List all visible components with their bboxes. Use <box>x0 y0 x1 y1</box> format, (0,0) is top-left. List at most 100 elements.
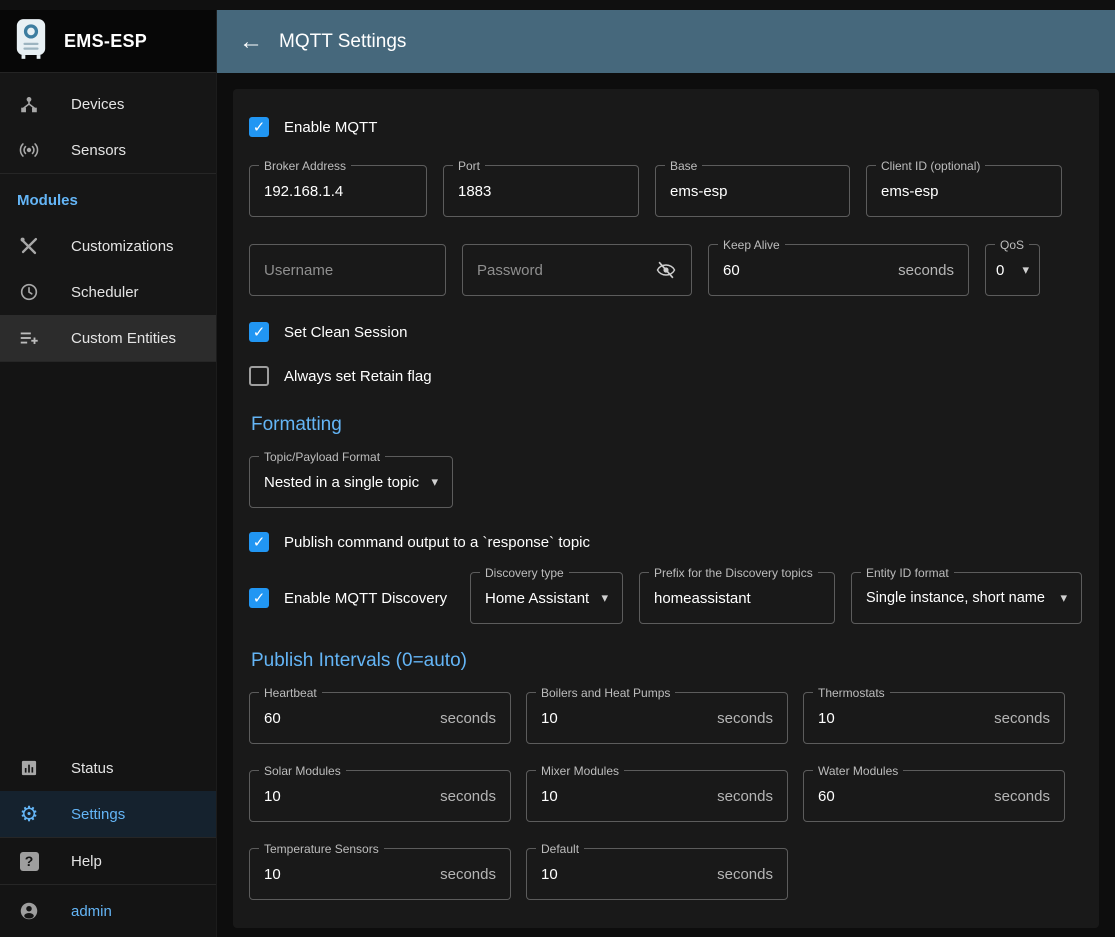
connection-row-2: Username Password Keep Al <box>249 244 1083 296</box>
toggle-password-visibility-button[interactable] <box>655 259 677 281</box>
heartbeat-interval-field[interactable]: Heartbeat 60 seconds <box>249 692 511 744</box>
password-field[interactable]: Password <box>462 244 692 296</box>
field-value: 10 <box>818 710 835 727</box>
field-value: 10 <box>541 710 558 727</box>
base-field[interactable]: Base ems-esp <box>655 165 850 217</box>
field-label: QoS <box>995 238 1029 252</box>
check-icon: ✓ <box>253 120 266 135</box>
field-label: Base <box>665 159 702 173</box>
sidebar-item-settings[interactable]: ⚙ Settings <box>0 791 216 837</box>
chevron-down-icon: ▾ <box>591 590 608 606</box>
solar-modules-interval-field[interactable]: Solar Modules 10 seconds <box>249 770 511 822</box>
field-value: 0 <box>996 262 1004 279</box>
mixer-modules-interval-field[interactable]: Mixer Modules 10 seconds <box>526 770 788 822</box>
retain-flag-row[interactable]: Always set Retain flag <box>249 362 1083 390</box>
sidebar-nav: Devices Sensors Modules <box>0 73 216 362</box>
field-suffix: seconds <box>440 710 496 727</box>
sidebar-item-scheduler[interactable]: Scheduler <box>0 269 216 315</box>
back-arrow-icon: ← <box>239 28 263 56</box>
field-placeholder: Username <box>264 262 333 279</box>
sidebar-item-custom-entities[interactable]: Custom Entities <box>0 315 216 361</box>
field-placeholder: Password <box>477 262 543 279</box>
check-icon: ✓ <box>253 591 266 606</box>
enable-discovery-checkbox[interactable]: ✓ <box>249 588 269 608</box>
chevron-down-icon: ▾ <box>1012 262 1029 278</box>
mqtt-settings-panel: ✓ Enable MQTT Broker Address 192.168.1.4… <box>233 89 1099 928</box>
field-label: Boilers and Heat Pumps <box>536 686 675 700</box>
field-value: 60 <box>723 262 740 279</box>
app-logo-icon <box>14 17 48 66</box>
sidebar-item-help[interactable]: ? Help <box>0 838 216 884</box>
port-field[interactable]: Port 1883 <box>443 165 639 217</box>
page-title: MQTT Settings <box>279 31 406 53</box>
client-id-field[interactable]: Client ID (optional) ems-esp <box>866 165 1062 217</box>
field-label: Thermostats <box>813 686 890 700</box>
field-suffix: seconds <box>994 788 1050 805</box>
field-value: 192.168.1.4 <box>264 183 343 200</box>
app-title: EMS-ESP <box>64 31 147 52</box>
retain-flag-label: Always set Retain flag <box>284 368 432 385</box>
main-area: ← MQTT Settings ✓ Enable MQTT Broker Add… <box>217 10 1115 937</box>
clean-session-row[interactable]: ✓ Set Clean Session <box>249 318 1083 346</box>
field-value: 10 <box>541 866 558 883</box>
clean-session-checkbox[interactable]: ✓ <box>249 322 269 342</box>
sidebar-item-sensors[interactable]: Sensors <box>0 127 216 173</box>
sidebar: EMS-ESP Devices <box>0 10 217 937</box>
field-label: Entity ID format <box>861 566 954 580</box>
formatting-heading: Formatting <box>251 414 1083 436</box>
field-suffix: seconds <box>440 788 496 805</box>
field-label: Solar Modules <box>259 764 346 778</box>
sidebar-item-label: Help <box>71 853 102 870</box>
settings-gear-icon: ⚙ <box>17 802 41 826</box>
entity-id-format-select[interactable]: Entity ID format Single instance, short … <box>851 572 1082 624</box>
field-value: 1883 <box>458 183 491 200</box>
discovery-type-select[interactable]: Discovery type Home Assistant ▾ <box>470 572 623 624</box>
broker-address-field[interactable]: Broker Address 192.168.1.4 <box>249 165 427 217</box>
clean-session-label: Set Clean Session <box>284 324 407 341</box>
sidebar-user-admin[interactable]: admin <box>0 885 216 937</box>
boilers-interval-field[interactable]: Boilers and Heat Pumps 10 seconds <box>526 692 788 744</box>
sidebar-item-label: Devices <box>71 96 124 113</box>
field-label: Temperature Sensors <box>259 842 384 856</box>
publish-intervals-grid: Heartbeat 60 seconds Boilers and Heat Pu… <box>249 692 1083 900</box>
field-label: Default <box>536 842 584 856</box>
enable-mqtt-checkbox[interactable]: ✓ <box>249 117 269 137</box>
field-value: homeassistant <box>654 590 751 607</box>
user-name: admin <box>71 903 112 920</box>
publish-response-row[interactable]: ✓ Publish command output to a `response`… <box>249 528 1083 556</box>
enable-mqtt-row[interactable]: ✓ Enable MQTT <box>249 113 1083 141</box>
username-field[interactable]: Username <box>249 244 446 296</box>
field-value: 10 <box>264 866 281 883</box>
qos-select[interactable]: QoS 0 ▾ <box>985 244 1040 296</box>
app-logo-row: EMS-ESP <box>0 10 216 73</box>
field-suffix: seconds <box>440 866 496 883</box>
temperature-sensors-interval-field[interactable]: Temperature Sensors 10 seconds <box>249 848 511 900</box>
sidebar-item-devices[interactable]: Devices <box>0 81 216 127</box>
keep-alive-field[interactable]: Keep Alive 60 seconds <box>708 244 969 296</box>
field-label: Client ID (optional) <box>876 159 985 173</box>
default-interval-field[interactable]: Default 10 seconds <box>526 848 788 900</box>
field-label: Discovery type <box>480 566 569 580</box>
thermostats-interval-field[interactable]: Thermostats 10 seconds <box>803 692 1065 744</box>
field-value: ems-esp <box>670 183 728 200</box>
sensors-icon <box>17 138 41 162</box>
sidebar-item-status[interactable]: Status <box>0 745 216 791</box>
field-value: Single instance, short name <box>866 590 1045 606</box>
back-button[interactable]: ← <box>231 22 271 62</box>
discovery-prefix-field[interactable]: Prefix for the Discovery topics homeassi… <box>639 572 835 624</box>
field-label: Prefix for the Discovery topics <box>649 566 818 580</box>
enable-discovery-row[interactable]: ✓ Enable MQTT Discovery <box>249 584 470 612</box>
field-label: Topic/Payload Format <box>259 450 385 464</box>
water-modules-interval-field[interactable]: Water Modules 60 seconds <box>803 770 1065 822</box>
field-value: 60 <box>818 788 835 805</box>
content-area: ✓ Enable MQTT Broker Address 192.168.1.4… <box>217 73 1115 937</box>
connection-row-1: Broker Address 192.168.1.4 Port 1883 Bas… <box>249 165 1083 217</box>
topic-format-row: Topic/Payload Format Nested in a single … <box>249 456 1083 508</box>
publish-response-label: Publish command output to a `response` t… <box>284 534 590 551</box>
publish-response-checkbox[interactable]: ✓ <box>249 532 269 552</box>
retain-flag-checkbox[interactable] <box>249 366 269 386</box>
topic-format-select[interactable]: Topic/Payload Format Nested in a single … <box>249 456 453 508</box>
sidebar-item-customizations[interactable]: Customizations <box>0 223 216 269</box>
field-suffix: seconds <box>717 710 773 727</box>
devices-icon <box>17 92 41 116</box>
